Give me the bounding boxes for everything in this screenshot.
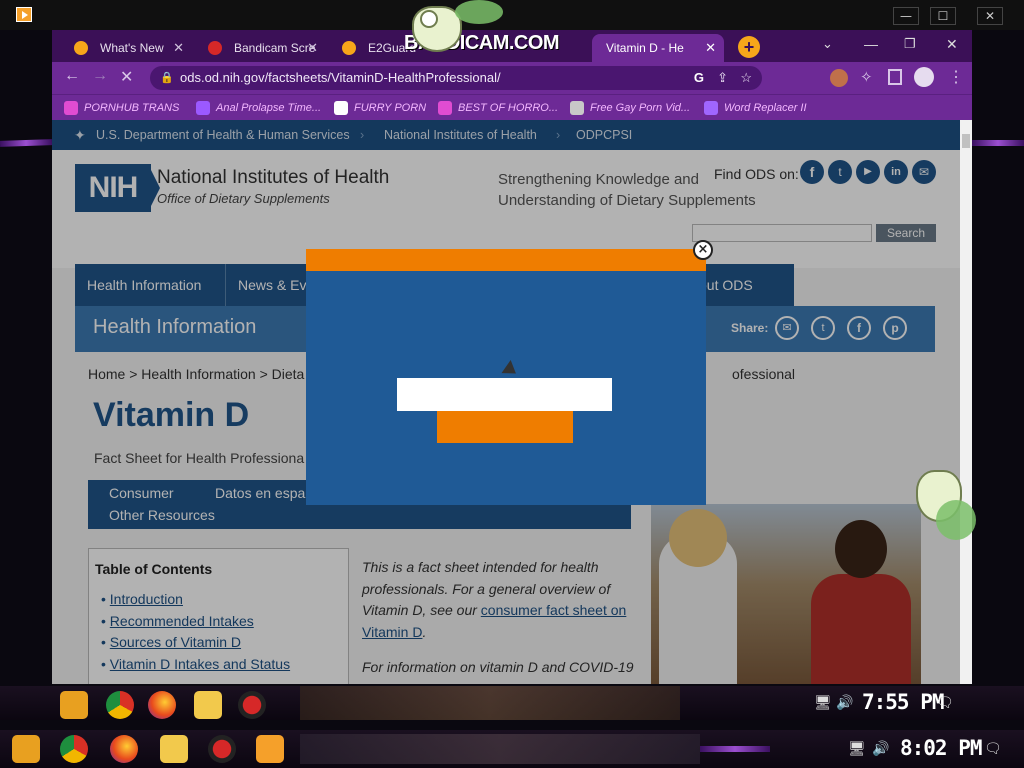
bookmark-label: Anal Prolapse Time... xyxy=(216,102,322,114)
bookmark-site-icon xyxy=(704,101,718,115)
side-decoration-right xyxy=(972,140,1024,146)
bookmark-label: Free Gay Porn Vid... xyxy=(590,102,691,114)
tab-label: Bandicam Scre xyxy=(234,41,316,55)
bookmark-site-icon xyxy=(196,101,210,115)
volume-icon[interactable]: 🔊 xyxy=(836,694,853,711)
profile-avatar-icon[interactable] xyxy=(914,67,934,87)
bookmark-site-icon xyxy=(334,101,348,115)
player-maximize-button[interactable]: ☐ xyxy=(930,7,956,25)
tab-close-icon[interactable]: ✕ xyxy=(307,34,318,62)
menu-kebab-icon[interactable]: ⋮ xyxy=(948,67,964,87)
notification-icon[interactable]: 🗨 xyxy=(984,740,1002,757)
gem-eye xyxy=(420,10,438,28)
bookmarks-bar: PORNHUB TRANS Anal Prolapse Time... FURR… xyxy=(52,94,972,120)
page-scrollbar[interactable] xyxy=(960,120,972,684)
recorded-clock[interactable]: 7:55 PM xyxy=(862,690,945,714)
video-player-taskbar-icon[interactable] xyxy=(256,735,284,763)
chrome-close-button[interactable]: ✕ xyxy=(946,36,958,53)
volume-icon[interactable]: 🔊 xyxy=(872,740,889,757)
chrome-icon xyxy=(74,41,88,55)
bookmark-label: Word Replacer II xyxy=(724,102,807,114)
google-icon[interactable]: G xyxy=(694,66,704,90)
bookmark-site-icon xyxy=(64,101,78,115)
tab-vitamin-d[interactable]: Vitamin D - He ✕ xyxy=(592,34,724,62)
bookmark-4[interactable]: Free Gay Porn Vid... xyxy=(570,100,690,116)
share-icon[interactable]: ⇪ xyxy=(717,66,728,90)
popup-submit-button[interactable] xyxy=(437,411,573,443)
tab-label: Vitamin D - He xyxy=(606,41,684,55)
bookmark-3[interactable]: BEST OF HORRO... xyxy=(438,100,558,116)
bandicam-taskbar-icon[interactable] xyxy=(238,691,266,719)
record-icon xyxy=(208,41,222,55)
bookmark-1[interactable]: Anal Prolapse Time... xyxy=(196,100,321,116)
bandicam-taskbar-icon[interactable] xyxy=(208,735,236,763)
taskbar-decoration xyxy=(700,746,770,752)
chrome-taskbar-icon[interactable] xyxy=(60,735,88,763)
player-titlebar: — ☐ ✕ xyxy=(0,0,1024,30)
bookmark-site-icon xyxy=(438,101,452,115)
recorded-taskbar: 🖥 🔊 7:55 PM 🗨 xyxy=(0,686,1024,720)
navigation-bar: ← → ✕ 🔒 ods.od.nih.gov/factsheets/Vitami… xyxy=(52,62,972,94)
extensions-puzzle-icon[interactable]: ✧ xyxy=(860,68,873,86)
bookmark-label: PORNHUB TRANS xyxy=(84,102,180,114)
start-menu-icon[interactable] xyxy=(60,691,88,719)
player-logo-icon xyxy=(16,7,32,22)
network-icon[interactable]: 🖥 xyxy=(814,694,832,711)
notification-icon[interactable]: 🗨 xyxy=(936,694,954,711)
lock-icon: 🔒 xyxy=(160,72,174,84)
scrollbar-thumb[interactable] xyxy=(962,134,970,148)
extension-avatar-icon[interactable] xyxy=(830,69,848,87)
globe-icon xyxy=(342,41,356,55)
network-icon[interactable]: 🖥 xyxy=(848,740,866,757)
address-bar[interactable]: 🔒 ods.od.nih.gov/factsheets/VitaminD-Hea… xyxy=(150,66,762,90)
tab-close-icon[interactable]: ✕ xyxy=(173,34,184,62)
chrome-maximize-button[interactable]: ❐ xyxy=(904,36,916,52)
stop-loading-icon[interactable]: ✕ xyxy=(120,67,133,87)
desktop-clock[interactable]: 8:02 PM xyxy=(900,736,983,760)
player-close-button[interactable]: ✕ xyxy=(977,7,1003,25)
firefox-taskbar-icon[interactable] xyxy=(110,735,138,763)
player-minimize-button[interactable]: — xyxy=(893,7,919,25)
taskbar-thumbnail-strip xyxy=(300,686,680,720)
desktop-screen: — ☐ ✕ What's New ✕ Bandicam Scre ✕ E2Gua… xyxy=(0,0,1024,768)
side-panel-icon[interactable] xyxy=(888,69,902,85)
back-arrow-icon[interactable]: ← xyxy=(64,67,80,85)
bookmark-star-icon[interactable]: ☆ xyxy=(740,66,752,90)
tab-strip: What's New ✕ Bandicam Scre ✕ E2Guard Vit… xyxy=(52,30,972,62)
popup-dialog xyxy=(306,249,706,505)
taskbar-thumbnail-strip xyxy=(300,734,700,764)
tab-label: What's New xyxy=(100,41,164,55)
new-tab-button[interactable]: + xyxy=(738,36,760,58)
bookmark-label: BEST OF HORRO... xyxy=(458,102,559,114)
bookmark-2[interactable]: FURRY PORN xyxy=(334,100,426,116)
gem-leaf-decoration xyxy=(936,500,976,540)
popup-text-input[interactable] xyxy=(397,378,612,411)
bookmark-site-icon xyxy=(570,101,584,115)
gem-leaf-decoration xyxy=(455,0,503,24)
chrome-minimize-button[interactable]: — xyxy=(864,36,878,52)
tab-search-chevron-icon[interactable]: ⌄ xyxy=(822,36,833,52)
tab-bandicam[interactable]: Bandicam Scre ✕ xyxy=(194,34,326,62)
url-text: ods.od.nih.gov/factsheets/VitaminD-Healt… xyxy=(180,70,501,85)
file-explorer-taskbar-icon[interactable] xyxy=(194,691,222,719)
chrome-taskbar-icon[interactable] xyxy=(106,691,134,719)
forward-arrow-icon[interactable]: → xyxy=(92,67,108,85)
popup-close-button[interactable]: × xyxy=(693,240,713,260)
desktop-taskbar: 🖥 🔊 8:02 PM 🗨 xyxy=(0,730,1024,768)
file-explorer-taskbar-icon[interactable] xyxy=(160,735,188,763)
firefox-taskbar-icon[interactable] xyxy=(148,691,176,719)
bookmark-label: FURRY PORN xyxy=(354,102,427,114)
start-menu-icon[interactable] xyxy=(12,735,40,763)
bookmark-5[interactable]: Word Replacer II xyxy=(704,100,807,116)
tab-close-icon[interactable]: ✕ xyxy=(705,34,716,62)
tab-whats-new[interactable]: What's New ✕ xyxy=(60,34,192,62)
bookmark-0[interactable]: PORNHUB TRANS xyxy=(64,100,179,116)
side-decoration-left xyxy=(0,139,53,147)
